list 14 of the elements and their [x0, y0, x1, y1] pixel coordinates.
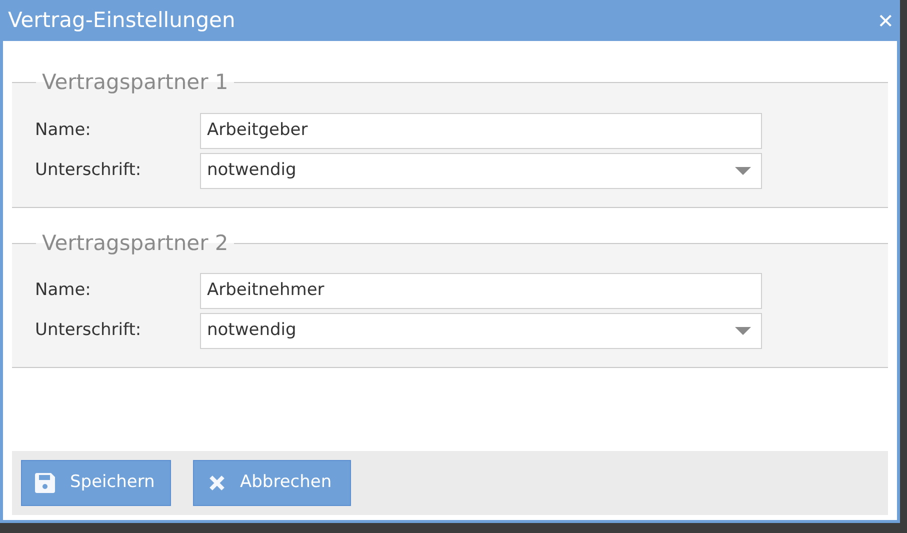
dropdown-caret-icon	[735, 166, 751, 174]
section-legend: Vertragspartner 2	[36, 228, 234, 259]
close-icon	[208, 474, 226, 492]
dropdown-caret-icon	[735, 327, 751, 335]
input-field[interactable]: Arbeitnehmer	[200, 273, 762, 309]
select-field[interactable]: notwendig	[200, 152, 762, 188]
field-label: Name:	[34, 279, 92, 302]
select-field[interactable]: notwendig	[200, 313, 762, 349]
window-title: Vertrag-Einstellungen	[8, 6, 236, 34]
field-label: Unterschrift:	[34, 158, 142, 182]
section-legend: Vertragspartner 1	[36, 67, 234, 98]
field-label: Unterschrift:	[34, 319, 142, 342]
input-field[interactable]: Arbeitgeber	[200, 112, 762, 148]
field-label: Name:	[34, 118, 92, 142]
